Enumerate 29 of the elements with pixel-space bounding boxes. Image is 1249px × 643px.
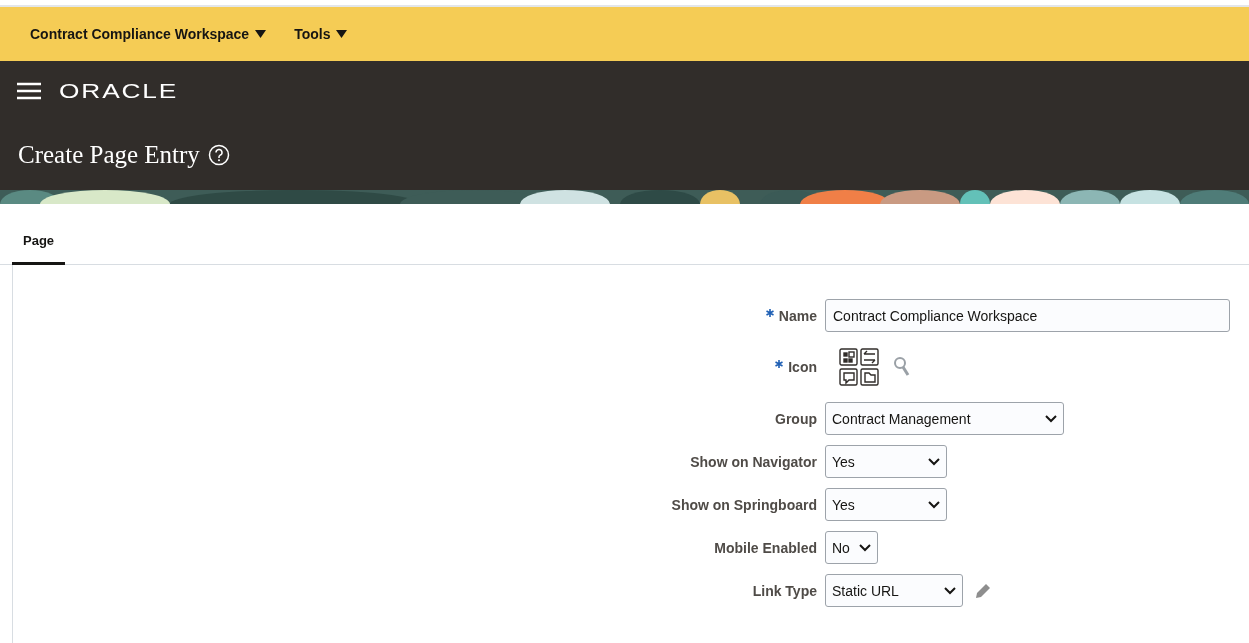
- chevron-down-icon: [944, 586, 956, 595]
- dropdown-field[interactable]: Yes: [825, 488, 947, 521]
- field-label: Group: [775, 410, 817, 427]
- field-label: Name: [778, 307, 817, 324]
- chevron-down-icon: [859, 543, 871, 552]
- dropdown-field[interactable]: Static URL: [825, 574, 963, 607]
- tab[interactable]: Page: [12, 221, 66, 265]
- field-label: Link Type: [752, 582, 817, 599]
- chevron-down-icon: [928, 500, 940, 509]
- dropdown-field[interactable]: Contract Management: [825, 402, 1064, 435]
- help-icon[interactable]: [207, 144, 230, 166]
- dropdown-field[interactable]: Yes: [825, 445, 947, 478]
- dropdown-field[interactable]: No: [825, 531, 878, 564]
- caret-icon: [255, 30, 267, 38]
- menu-icon[interactable]: [17, 82, 41, 100]
- field-label: Icon: [788, 359, 817, 375]
- name-field[interactable]: Contract Compliance Workspace: [825, 299, 1230, 332]
- search-icon[interactable]: [893, 356, 911, 378]
- chevron-down-icon: [928, 457, 940, 466]
- logo: ORACLE: [59, 79, 179, 103]
- menu-item[interactable]: Contract Compliance Workspace: [30, 26, 267, 42]
- field-label: Mobile Enabled: [714, 539, 817, 556]
- page-title: Create Page Entry: [18, 141, 200, 169]
- caret-icon: [336, 30, 348, 38]
- field-label: Show on Navigator: [690, 453, 817, 470]
- field-label: Show on Springboard: [671, 496, 817, 513]
- tile-icon-drawing[interactable]: [839, 348, 879, 386]
- chevron-down-icon: [1045, 414, 1057, 423]
- menu-item[interactable]: Tools: [294, 26, 348, 42]
